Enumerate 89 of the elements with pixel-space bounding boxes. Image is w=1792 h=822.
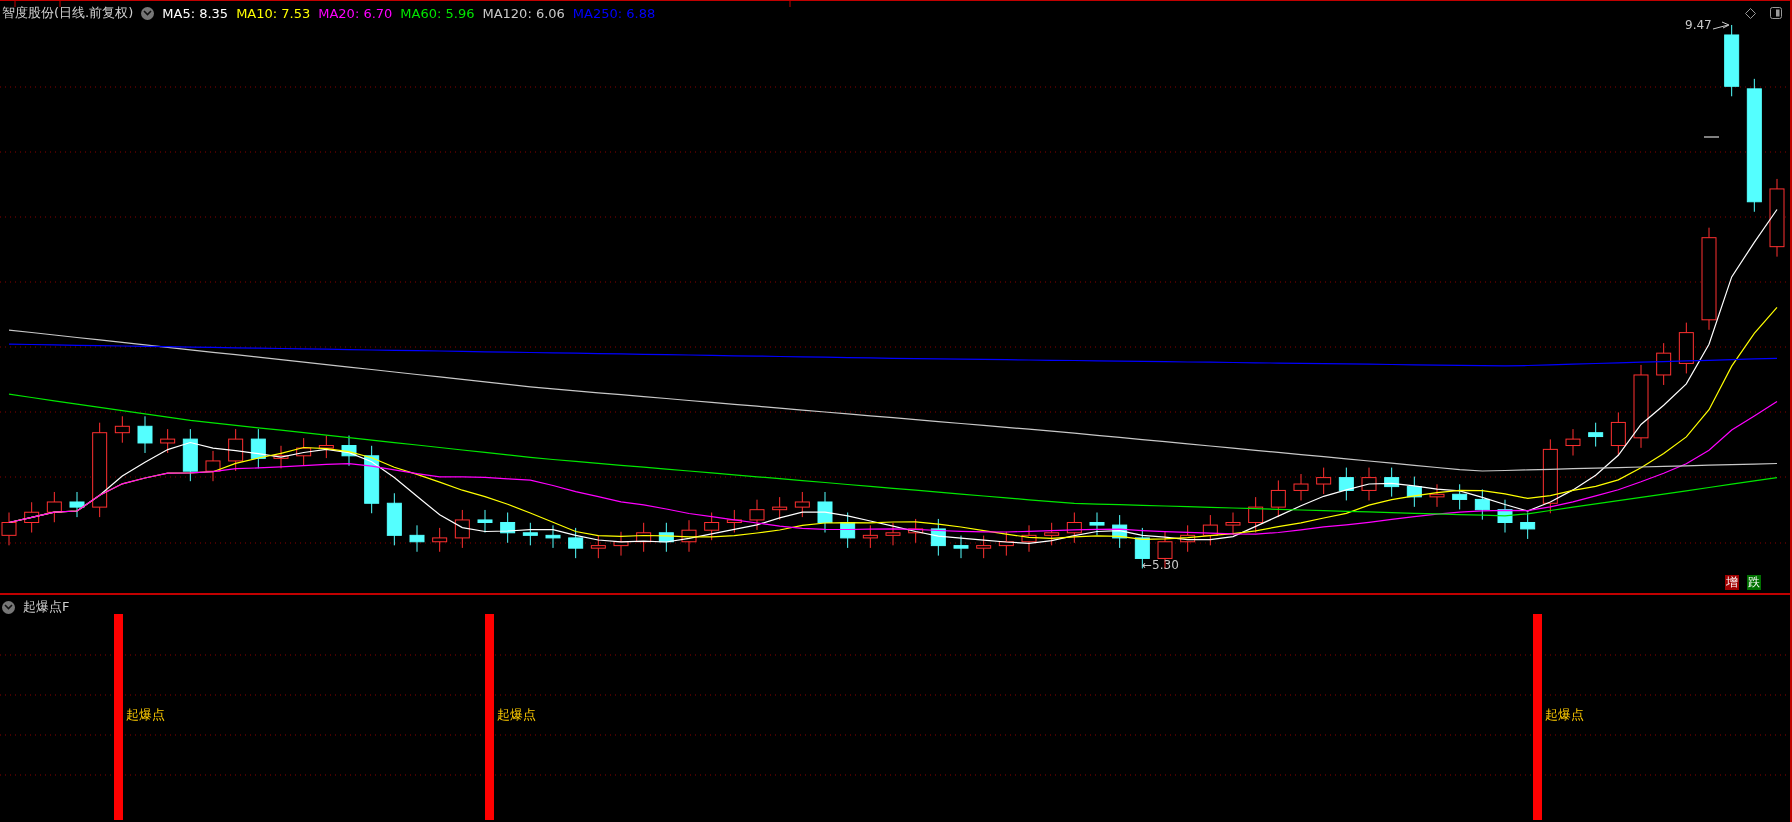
- candlestick: [772, 496, 788, 521]
- candlestick: [1384, 467, 1400, 498]
- candlestick: [1180, 524, 1196, 553]
- candlestick: [386, 492, 402, 546]
- dropdown-chevron-icon[interactable]: [141, 6, 155, 20]
- dropdown-chevron-icon[interactable]: [2, 600, 15, 614]
- moving-average-legend: MA5: 8.35: [162, 5, 229, 21]
- candlestick: [114, 415, 130, 444]
- candlestick: [522, 522, 538, 546]
- candlestick: [1610, 411, 1626, 457]
- candlestick: [250, 428, 266, 469]
- candlestick: [704, 512, 720, 541]
- candlestick: [364, 445, 380, 514]
- candlestick: [840, 512, 856, 549]
- candlestick: [1565, 428, 1581, 457]
- candlestick: [409, 524, 425, 553]
- candlestick: [477, 509, 493, 533]
- candlestick: [500, 512, 516, 544]
- low-price-label: ←5.30: [1142, 558, 1179, 572]
- candlestick: [228, 428, 244, 472]
- trend-marker: 增: [1725, 575, 1739, 590]
- candlestick: [1474, 488, 1490, 521]
- arrow-icon: [1712, 21, 1730, 30]
- candlestick: [1270, 479, 1286, 518]
- moving-average-legend: MA10: 7.53: [236, 5, 311, 21]
- candlestick: [1588, 422, 1604, 448]
- candlestick: [1429, 483, 1445, 508]
- candlestick: [182, 428, 198, 482]
- candlestick: [1044, 522, 1060, 546]
- diamond-icon[interactable]: [1745, 7, 1756, 19]
- candlestick: [69, 491, 85, 518]
- candlestick: [1293, 473, 1309, 501]
- candlestick: [590, 535, 606, 559]
- candlestick: [1248, 496, 1264, 533]
- candlestick: [1225, 512, 1241, 536]
- candlestick: [1316, 467, 1332, 495]
- candlestick: [568, 527, 584, 559]
- candlestick: [1338, 467, 1354, 501]
- candlestick: [1066, 512, 1082, 544]
- candlestick: [885, 522, 901, 546]
- candlestick: [24, 501, 40, 533]
- candlestick: [46, 491, 62, 523]
- candlestick: [817, 491, 833, 533]
- candlestick: [137, 415, 153, 454]
- chart-title: 智度股份(日线.前复权): [2, 4, 134, 22]
- candlestick: [1021, 524, 1037, 553]
- candlestick: [318, 435, 334, 459]
- high-price-label: 9.47: [1685, 18, 1712, 32]
- candlestick: [454, 509, 470, 549]
- candlestick: [976, 535, 992, 559]
- candlestick: [1656, 342, 1672, 386]
- candlestick: [341, 435, 357, 467]
- candlestick: [636, 522, 652, 553]
- candlestick: [930, 518, 946, 557]
- candlestick: [862, 524, 878, 549]
- trend-marker: 跌: [1747, 575, 1761, 590]
- candlestick: [1112, 514, 1128, 549]
- candlestick: [658, 522, 674, 553]
- candlestick: [432, 527, 448, 553]
- candlestick: [749, 499, 765, 531]
- candlestick: [1520, 512, 1536, 540]
- signal-label: 起爆点: [126, 706, 165, 724]
- moving-average-legend: MA120: 6.06: [482, 5, 565, 21]
- price-marker-line: [1703, 136, 1720, 138]
- panel-toggle-icon[interactable]: [1770, 7, 1782, 19]
- moving-average-legend: MA20: 6.70: [318, 5, 393, 21]
- candlestick: [205, 450, 221, 482]
- candlestick: [160, 428, 176, 454]
- candlestick: [953, 535, 969, 559]
- candlestick: [1497, 499, 1513, 533]
- signal-label: 起爆点: [497, 706, 536, 724]
- candlestick: [908, 518, 924, 544]
- candlestick: [545, 524, 561, 549]
- candlestick: [681, 519, 697, 553]
- candlestick: [1406, 476, 1422, 508]
- signal-label: 起爆点: [1545, 706, 1584, 724]
- candlestick: [273, 445, 289, 469]
- candlestick: [1452, 483, 1468, 510]
- indicator-title: 起爆点F: [23, 598, 70, 616]
- moving-average-legend: MA250: 6.88: [572, 5, 656, 21]
- candlestick: [1361, 467, 1377, 501]
- candlestick: [1678, 322, 1694, 374]
- candlestick: [726, 509, 742, 533]
- candlestick: [296, 437, 312, 467]
- candlestick: [1202, 514, 1218, 546]
- candlestick: [613, 531, 629, 557]
- moving-average-legend: MA60: 5.96: [400, 5, 475, 21]
- candlestick: [794, 491, 810, 518]
- candlestick: [1089, 512, 1105, 536]
